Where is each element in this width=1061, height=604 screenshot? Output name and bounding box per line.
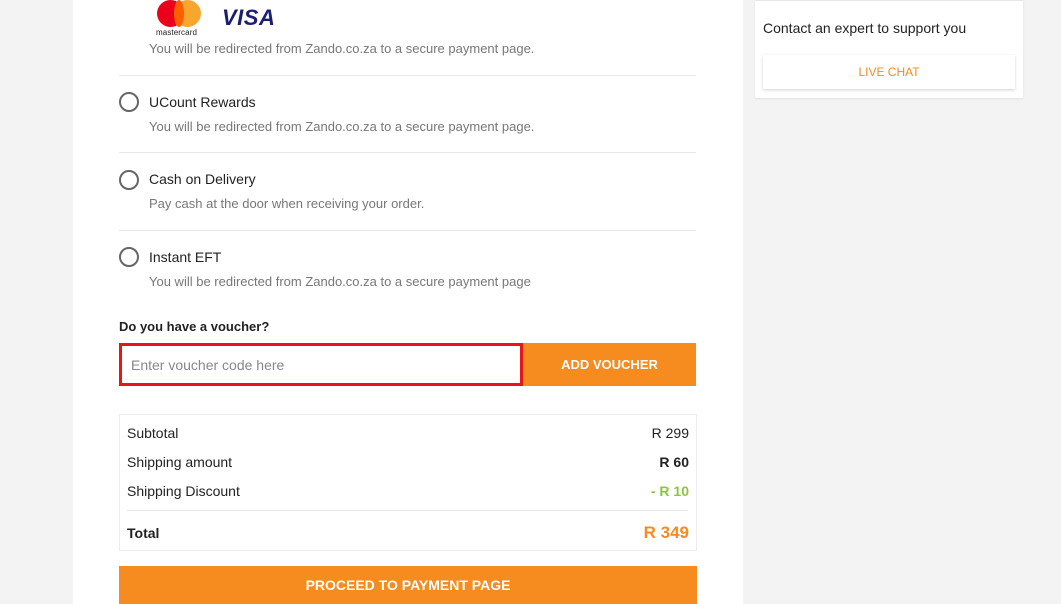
method-description-eft: You will be redirected from Zando.co.za … [149,274,531,289]
proceed-to-payment-button[interactable]: PROCEED TO PAYMENT PAGE [119,566,697,604]
method-description-cod: Pay cash at the door when receiving your… [149,196,425,211]
divider [119,152,696,153]
shipping-discount-value: - R 10 [650,483,689,499]
contact-expert-text: Contact an expert to support you [763,20,967,36]
method-title-eft[interactable]: Instant EFT [149,249,221,265]
subtotal-value: R 299 [651,425,689,441]
total-value: R 349 [643,523,689,542]
subtotal-label: Subtotal [127,425,179,441]
summary-divider [127,510,688,511]
shipping-label: Shipping amount [127,454,233,470]
method-title-cod[interactable]: Cash on Delivery [149,171,256,187]
method-description-ucount: You will be redirected from Zando.co.za … [149,119,535,134]
add-voucher-button[interactable]: ADD VOUCHER [523,343,696,386]
shipping-value: R 60 [659,454,689,470]
card-logos: mastercard VISA [156,0,286,40]
card-description: You will be redirected from Zando.co.za … [149,41,535,56]
radio-cash-on-delivery[interactable] [119,170,139,190]
divider [119,230,696,231]
visa-logo: VISA [222,5,276,30]
radio-ucount-rewards[interactable] [119,92,139,112]
method-title-ucount[interactable]: UCount Rewards [149,94,256,110]
voucher-label: Do you have a voucher? [119,319,270,334]
mastercard-label: mastercard [156,28,198,37]
shipping-discount-label: Shipping Discount [127,483,240,499]
radio-instant-eft[interactable] [119,247,139,267]
total-label: Total [127,525,160,541]
voucher-code-input[interactable] [119,343,523,386]
live-chat-button[interactable]: LIVE CHAT [763,55,1015,89]
divider [119,75,696,76]
